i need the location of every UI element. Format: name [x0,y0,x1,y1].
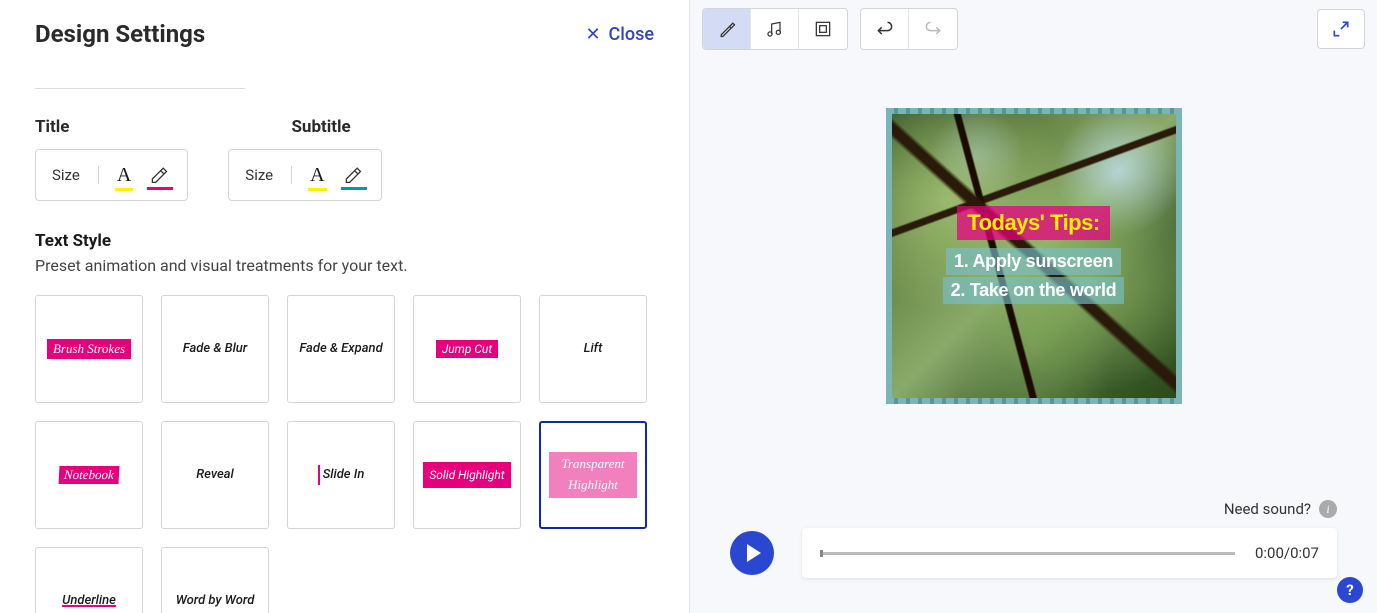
style-underline[interactable]: Underline [35,547,143,613]
playback-bar: Need sound? i 0:00/0:07 [690,500,1377,578]
close-label: Close [609,24,654,45]
undo-button[interactable] [861,9,909,49]
text-style-heading: Text Style [35,231,654,251]
style-slide-in[interactable]: Slide In [287,421,395,529]
expand-button[interactable] [1317,9,1365,49]
divider [35,88,245,89]
title-label: Title [35,117,69,137]
preview-canvas[interactable]: Todays' Tips: 1. Apply sunscreen 2. Take… [886,108,1182,404]
style-lift[interactable]: Lift [539,295,647,403]
expand-icon [1331,19,1351,39]
style-solid-highlight[interactable]: Solid Highlight [413,421,521,529]
style-jump-cut[interactable]: Jump Cut [413,295,521,403]
frame-tool[interactable] [799,9,847,49]
style-reveal[interactable]: Reveal [161,421,269,529]
timeline-track[interactable] [820,552,1235,555]
preview-line-2: 2. Take on the world [943,277,1125,304]
help-button[interactable]: ? [1337,577,1363,603]
close-icon: ✕ [585,24,600,45]
style-fade-expand[interactable]: Fade & Expand [287,295,395,403]
style-grid: Brush Strokes Fade & Blur Fade & Expand … [35,295,654,613]
preview-title-text: Todays' Tips: [957,206,1109,240]
preview-line-1: 1. Apply sunscreen [946,248,1121,275]
info-icon[interactable]: i [1319,500,1337,518]
title-size-box: Size A [35,149,188,201]
brush-tool[interactable] [703,9,751,49]
brush-icon [717,19,737,39]
subtitle-size-label[interactable]: Size [245,166,292,184]
subtitle-highlight-color-icon[interactable] [343,164,365,186]
need-sound-label: Need sound? [1224,500,1311,518]
style-word-by-word[interactable]: Word by Word [161,547,269,613]
title-highlight-color-icon[interactable] [149,164,171,186]
style-fade-blur[interactable]: Fade & Blur [161,295,269,403]
subtitle-text-color-icon[interactable]: A [310,164,324,187]
style-notebook[interactable]: Notebook [35,421,143,529]
style-transparent-highlight[interactable]: Transparent Highlight [539,421,647,529]
title-text-color-icon[interactable]: A [117,164,131,187]
undo-icon [875,19,895,39]
music-tool[interactable] [751,9,799,49]
redo-button[interactable] [909,9,957,49]
frame-icon [813,19,833,39]
toolbar [690,0,1377,58]
music-icon [765,19,785,39]
page-title: Design Settings [35,20,205,48]
close-button[interactable]: ✕ Close [585,24,654,45]
style-brush-strokes[interactable]: Brush Strokes [35,295,143,403]
timeline-box: 0:00/0:07 [802,528,1337,578]
time-display: 0:00/0:07 [1255,544,1319,562]
title-size-label[interactable]: Size [52,166,99,184]
play-button[interactable] [730,531,774,575]
play-icon [747,544,761,562]
subtitle-label: Subtitle [291,117,350,137]
subtitle-size-box: Size A [228,149,381,201]
redo-icon [923,19,943,39]
text-style-description: Preset animation and visual treatments f… [35,256,654,275]
